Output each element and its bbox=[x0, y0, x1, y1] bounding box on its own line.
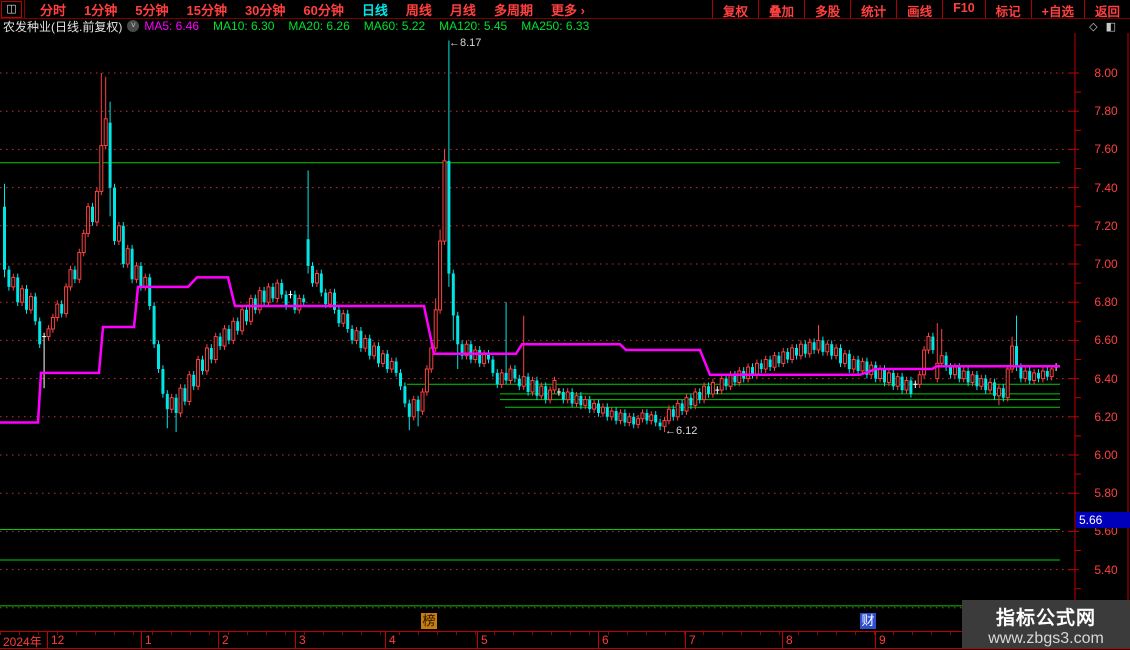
month-label: 1 bbox=[145, 633, 152, 647]
date-axis: 2024年 12123456789 bbox=[0, 631, 1130, 649]
price-axis-label: 7.80 bbox=[1083, 104, 1129, 118]
month-separator bbox=[218, 632, 219, 648]
price-axis-label: 5.80 bbox=[1083, 486, 1129, 500]
right-button-group: 复权叠加多股统计画线F10标记+自选返回 bbox=[712, 0, 1130, 18]
price-axis-label: 7.40 bbox=[1083, 181, 1129, 195]
high-price-annotation: ←8.17 bbox=[449, 37, 481, 49]
month-label: 12 bbox=[51, 633, 64, 647]
candlestick-series bbox=[3, 41, 1058, 433]
period-tabs: 分时1分钟5分钟15分钟30分钟60分钟日线周线月线多周期更多 › bbox=[24, 0, 594, 18]
ma-legend-item: MA120: 5.45 bbox=[439, 19, 507, 33]
btn-draw[interactable]: 画线 bbox=[896, 0, 942, 18]
trading-app-window: ◫ 分时1分钟5分钟15分钟30分钟60分钟日线周线月线多周期更多 › 复权叠加… bbox=[0, 0, 1130, 650]
watermark-site-name: 指标公式网 bbox=[962, 603, 1130, 630]
btn-adjust[interactable]: 复权 bbox=[712, 0, 758, 18]
month-label: 2 bbox=[222, 633, 229, 647]
tab-5min[interactable]: 5分钟 bbox=[126, 0, 177, 19]
price-axis-label: 5.40 bbox=[1083, 563, 1129, 577]
price-axis-label: 6.60 bbox=[1083, 333, 1129, 347]
month-separator bbox=[295, 632, 296, 648]
month-separator bbox=[385, 632, 386, 648]
btn-mark[interactable]: 标记 bbox=[985, 0, 1031, 18]
diamond-icon[interactable]: ◇ bbox=[1089, 20, 1097, 33]
month-label: 4 bbox=[389, 633, 396, 647]
month-label: 7 bbox=[689, 633, 696, 647]
month-separator bbox=[598, 632, 599, 648]
btn-stats[interactable]: 统计 bbox=[850, 0, 896, 18]
finance-marker[interactable]: 财 bbox=[860, 613, 876, 629]
watermark-url: www.zbgs3.com bbox=[962, 630, 1130, 648]
month-separator bbox=[141, 632, 142, 648]
month-separator bbox=[875, 632, 876, 648]
tab-multi-period[interactable]: 多周期 bbox=[485, 0, 542, 19]
month-label: 9 bbox=[879, 633, 886, 647]
tab-1min[interactable]: 1分钟 bbox=[75, 0, 126, 19]
year-label: 2024年 bbox=[3, 633, 42, 650]
tab-monthly[interactable]: 月线 bbox=[441, 0, 485, 19]
grid-lines bbox=[0, 73, 1075, 608]
price-axis-label: 6.20 bbox=[1083, 410, 1129, 424]
price-axis-label: 6.80 bbox=[1083, 295, 1129, 309]
month-separator bbox=[782, 632, 783, 648]
tab-30min[interactable]: 30分钟 bbox=[236, 0, 294, 19]
tab-15min[interactable]: 15分钟 bbox=[177, 0, 235, 19]
price-axis-label: 8.00 bbox=[1083, 66, 1129, 80]
window-layout-icon[interactable]: ◫ bbox=[1, 1, 22, 18]
price-axis-label: 7.60 bbox=[1083, 142, 1129, 156]
month-label: 6 bbox=[602, 633, 609, 647]
pane-corner-icons: ◇ ◧ bbox=[1089, 20, 1116, 33]
month-separator bbox=[685, 632, 686, 648]
ma-legend-item: MA5: 6.46 bbox=[144, 19, 199, 33]
price-axis-label: 6.40 bbox=[1083, 372, 1129, 386]
price-highlight-badge: 5.66 bbox=[1076, 512, 1130, 528]
stock-title: 农发种业(日线.前复权) bbox=[3, 18, 122, 35]
ma-legend-item: MA250: 6.33 bbox=[521, 19, 589, 33]
split-pane-icon[interactable]: ◧ bbox=[1106, 20, 1116, 33]
tab-intraday[interactable]: 分时 bbox=[31, 0, 75, 19]
ma-legend-item: MA20: 6.26 bbox=[288, 19, 349, 33]
price-axis-label: 7.00 bbox=[1083, 257, 1129, 271]
chart-canvas[interactable] bbox=[0, 0, 1130, 650]
site-watermark: 指标公式网 www.zbgs3.com bbox=[962, 600, 1130, 648]
low-price-annotation: ←6.12 bbox=[665, 425, 697, 437]
btn-back[interactable]: 返回 bbox=[1084, 0, 1130, 18]
month-separator bbox=[477, 632, 478, 648]
info-bar: 农发种业(日线.前复权) ˅ MA5: 6.46 MA10: 6.30 MA20: … bbox=[0, 19, 1130, 33]
ma-legend-item: MA10: 6.30 bbox=[213, 19, 274, 33]
tab-60min[interactable]: 60分钟 bbox=[294, 0, 352, 19]
btn-f10[interactable]: F10 bbox=[942, 0, 985, 18]
tab-more[interactable]: 更多 › bbox=[542, 0, 594, 19]
month-label: 8 bbox=[786, 633, 793, 647]
btn-overlay[interactable]: 叠加 bbox=[758, 0, 804, 18]
month-label: 3 bbox=[299, 633, 306, 647]
btn-multi-stock[interactable]: 多股 bbox=[804, 0, 850, 18]
price-axis-label: 6.00 bbox=[1083, 448, 1129, 462]
month-label: 5 bbox=[481, 633, 488, 647]
month-separator bbox=[47, 632, 48, 648]
btn-add-watchlist[interactable]: +自选 bbox=[1031, 0, 1084, 18]
chevron-down-icon[interactable]: ˅ bbox=[127, 20, 139, 32]
ma-legend-item: MA60: 5.22 bbox=[364, 19, 425, 33]
tab-daily[interactable]: 日线 bbox=[353, 0, 397, 19]
price-axis-label: 7.20 bbox=[1083, 219, 1129, 233]
tab-weekly[interactable]: 周线 bbox=[397, 0, 441, 19]
ma-legend: MA5: 6.46 MA10: 6.30 MA20: 6.26 MA60: 5.22 M… bbox=[144, 17, 603, 35]
rank-marker[interactable]: 榜 bbox=[421, 613, 437, 629]
